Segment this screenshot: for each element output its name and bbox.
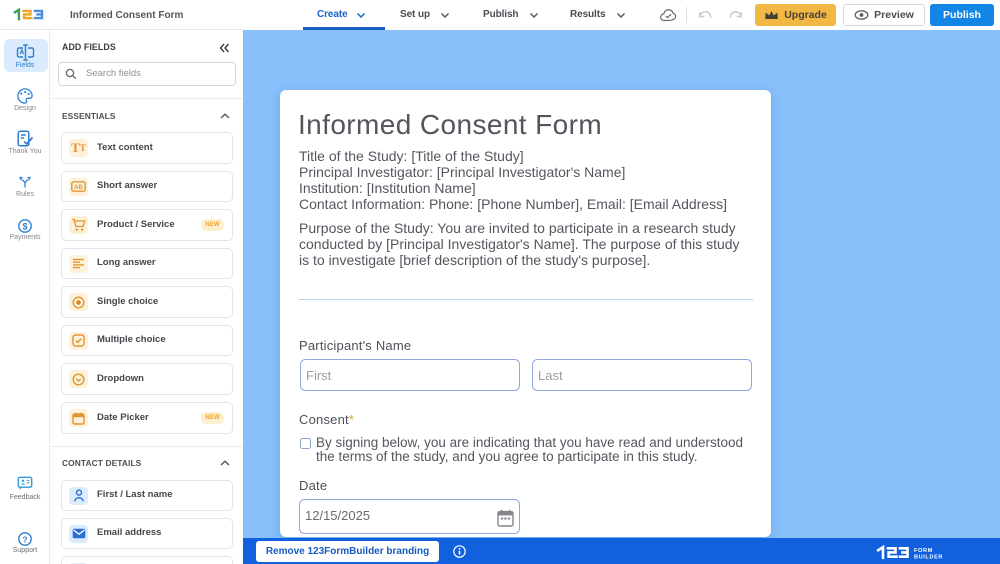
svg-text:AB: AB bbox=[74, 185, 83, 191]
svg-text:FORM: FORM bbox=[914, 548, 933, 554]
svg-text:?: ? bbox=[22, 534, 27, 544]
svg-text:BUILDER: BUILDER bbox=[914, 555, 943, 561]
svg-text:$: $ bbox=[22, 221, 27, 231]
